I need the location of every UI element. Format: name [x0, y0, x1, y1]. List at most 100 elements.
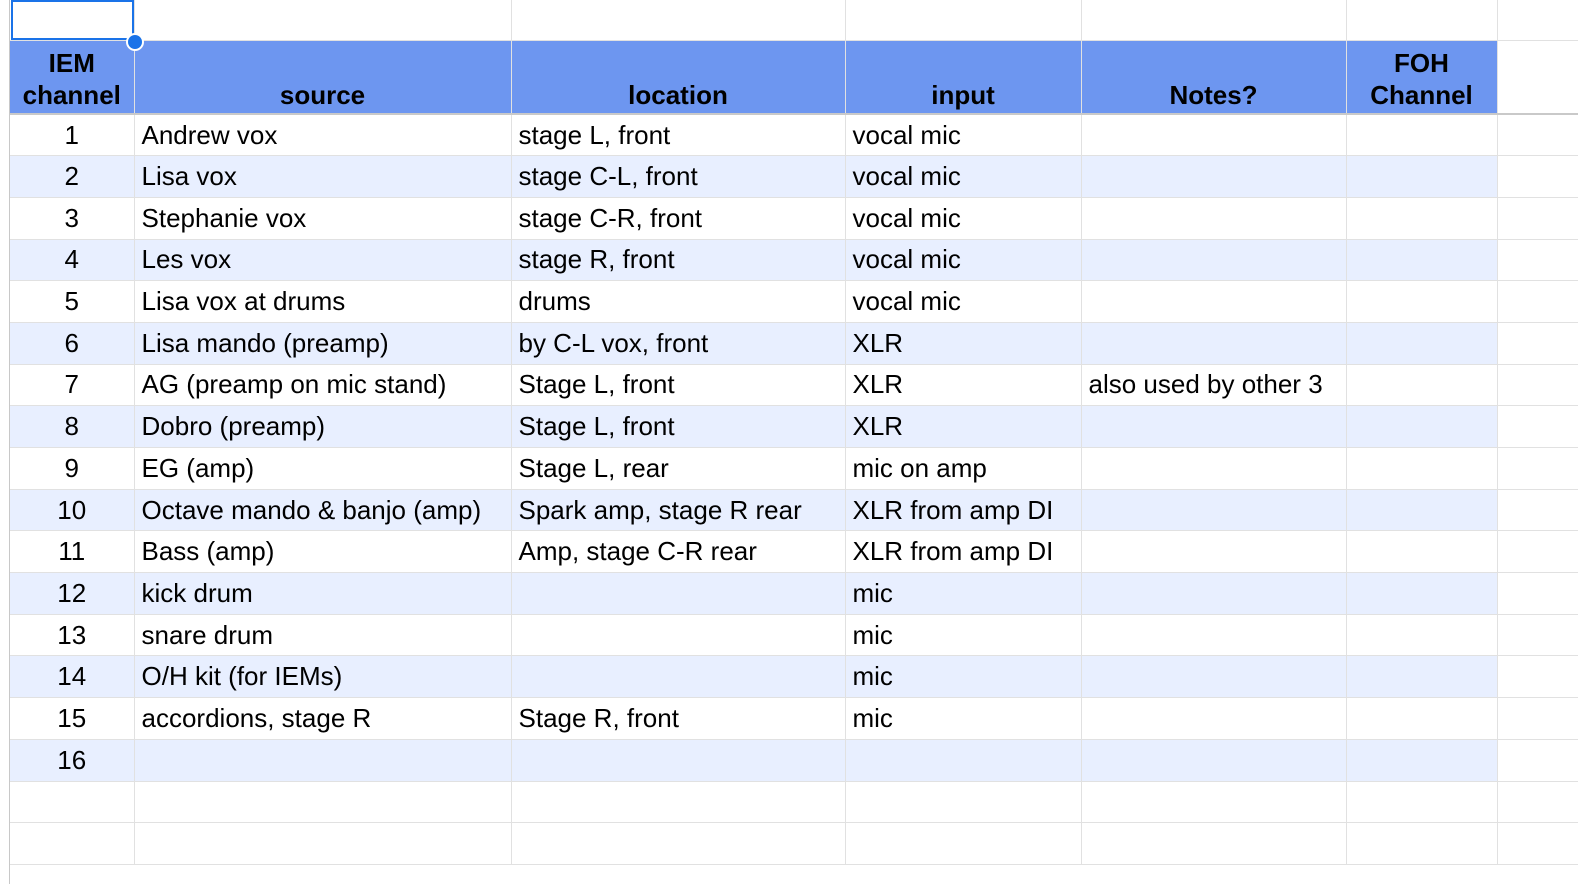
cell-iem-channel[interactable]: 6	[10, 322, 135, 365]
cell-source[interactable]	[134, 739, 512, 782]
cell-iem-channel[interactable]: 12	[10, 572, 135, 615]
cell-location[interactable]: Amp, stage C-R rear	[511, 530, 846, 574]
cell-notes[interactable]	[1081, 155, 1347, 198]
cell-iem-channel[interactable]: 11	[10, 530, 135, 574]
cell-source[interactable]: Lisa mando (preamp)	[134, 322, 512, 365]
cell-notes[interactable]	[1081, 697, 1347, 740]
cell[interactable]	[1346, 0, 1498, 41]
cell-foh-channel[interactable]	[1346, 655, 1498, 699]
cell[interactable]	[511, 0, 846, 41]
cell[interactable]	[1497, 614, 1578, 657]
cell-source[interactable]: Dobro (preamp)	[134, 405, 512, 448]
cell-iem-channel[interactable]: 1	[10, 114, 135, 157]
cell-foh-channel[interactable]	[1346, 114, 1498, 157]
cell-iem-channel[interactable]: 3	[10, 197, 135, 240]
cell-notes[interactable]	[1081, 280, 1347, 323]
cell[interactable]	[10, 781, 135, 824]
cell-notes[interactable]	[1081, 322, 1347, 365]
cell-iem-channel[interactable]: 13	[10, 614, 135, 657]
cell-source[interactable]: EG (amp)	[134, 447, 512, 490]
cell-iem-channel[interactable]: 14	[10, 655, 135, 699]
cell-iem-channel[interactable]: 16	[10, 739, 135, 782]
cell-iem-channel[interactable]: 15	[10, 697, 135, 740]
cell-notes[interactable]	[1081, 572, 1347, 615]
cell-location[interactable]	[511, 572, 846, 615]
cell-location[interactable]: drums	[511, 280, 846, 323]
cell-input[interactable]: XLR from amp DI	[845, 530, 1082, 574]
cell-source[interactable]: Bass (amp)	[134, 530, 512, 574]
header-cell-notes[interactable]: Notes?	[1081, 40, 1347, 115]
header-cell-location[interactable]: location	[511, 40, 846, 115]
cell[interactable]	[1497, 447, 1578, 490]
cell-input[interactable]: XLR from amp DI	[845, 489, 1082, 532]
cell[interactable]	[1081, 822, 1347, 865]
cell-location[interactable]: Stage R, front	[511, 697, 846, 740]
cell-input[interactable]: mic	[845, 572, 1082, 615]
cell[interactable]	[1497, 739, 1578, 782]
cell[interactable]	[134, 781, 512, 824]
cell-foh-channel[interactable]	[1346, 530, 1498, 574]
cell[interactable]	[845, 0, 1082, 41]
cell-notes[interactable]	[1081, 530, 1347, 574]
cell-input[interactable]: mic	[845, 614, 1082, 657]
cell[interactable]	[1497, 0, 1578, 41]
cell[interactable]	[1497, 822, 1578, 865]
cell-location[interactable]	[511, 614, 846, 657]
cell-foh-channel[interactable]	[1346, 364, 1498, 407]
cell-notes[interactable]	[1081, 197, 1347, 240]
cell[interactable]	[1081, 0, 1347, 41]
cell-input[interactable]: vocal mic	[845, 239, 1082, 282]
cell-iem-channel[interactable]: 4	[10, 239, 135, 282]
cell[interactable]	[845, 822, 1082, 865]
cell-input[interactable]: mic	[845, 655, 1082, 699]
cell-iem-channel[interactable]: 2	[10, 155, 135, 198]
header-cell-source[interactable]: source	[134, 40, 512, 115]
cell[interactable]	[134, 822, 512, 865]
cell[interactable]	[1497, 572, 1578, 615]
header-cell-iem-channel[interactable]: IEM channel	[10, 40, 135, 115]
cell-iem-channel[interactable]: 9	[10, 447, 135, 490]
cell-input[interactable]: mic on amp	[845, 447, 1082, 490]
cell-input[interactable]: XLR	[845, 405, 1082, 448]
cell[interactable]	[1497, 530, 1578, 574]
cell-input[interactable]: XLR	[845, 322, 1082, 365]
cell-input[interactable]	[845, 739, 1082, 782]
cell-source[interactable]: snare drum	[134, 614, 512, 657]
cell-notes[interactable]	[1081, 114, 1347, 157]
cell[interactable]	[1497, 40, 1578, 115]
cell-notes[interactable]	[1081, 739, 1347, 782]
cell-iem-channel[interactable]: 5	[10, 280, 135, 323]
cell[interactable]	[1497, 280, 1578, 323]
cell-foh-channel[interactable]	[1346, 572, 1498, 615]
cell-location[interactable]: stage R, front	[511, 239, 846, 282]
cell-source[interactable]: AG (preamp on mic stand)	[134, 364, 512, 407]
cell-location[interactable]: Stage L, front	[511, 405, 846, 448]
cell-foh-channel[interactable]	[1346, 239, 1498, 282]
selected-cell-outline[interactable]	[11, 0, 134, 40]
cell-source[interactable]: Les vox	[134, 239, 512, 282]
cell[interactable]	[1497, 155, 1578, 198]
cell[interactable]	[1346, 781, 1498, 824]
cell-location[interactable]	[511, 739, 846, 782]
cell-input[interactable]: mic	[845, 697, 1082, 740]
cell-source[interactable]: Octave mando & banjo (amp)	[134, 489, 512, 532]
cell-notes[interactable]	[1081, 655, 1347, 699]
cell[interactable]	[1497, 364, 1578, 407]
cell[interactable]	[1497, 697, 1578, 740]
cell-input[interactable]: vocal mic	[845, 197, 1082, 240]
cell-source[interactable]: Lisa vox	[134, 155, 512, 198]
cell-iem-channel[interactable]: 10	[10, 489, 135, 532]
header-cell-foh-channel[interactable]: FOH Channel	[1346, 40, 1498, 115]
cell-source[interactable]: kick drum	[134, 572, 512, 615]
fill-handle[interactable]	[126, 33, 144, 51]
cell-location[interactable]: by C-L vox, front	[511, 322, 846, 365]
cell-location[interactable]: stage C-R, front	[511, 197, 846, 240]
cell-location[interactable]: Stage L, rear	[511, 447, 846, 490]
cell-source[interactable]: Lisa vox at drums	[134, 280, 512, 323]
cell-foh-channel[interactable]	[1346, 614, 1498, 657]
cell-foh-channel[interactable]	[1346, 322, 1498, 365]
cell[interactable]	[134, 0, 512, 41]
cell-input[interactable]: vocal mic	[845, 155, 1082, 198]
cell-source[interactable]: Andrew vox	[134, 114, 512, 157]
header-cell-input[interactable]: input	[845, 40, 1082, 115]
